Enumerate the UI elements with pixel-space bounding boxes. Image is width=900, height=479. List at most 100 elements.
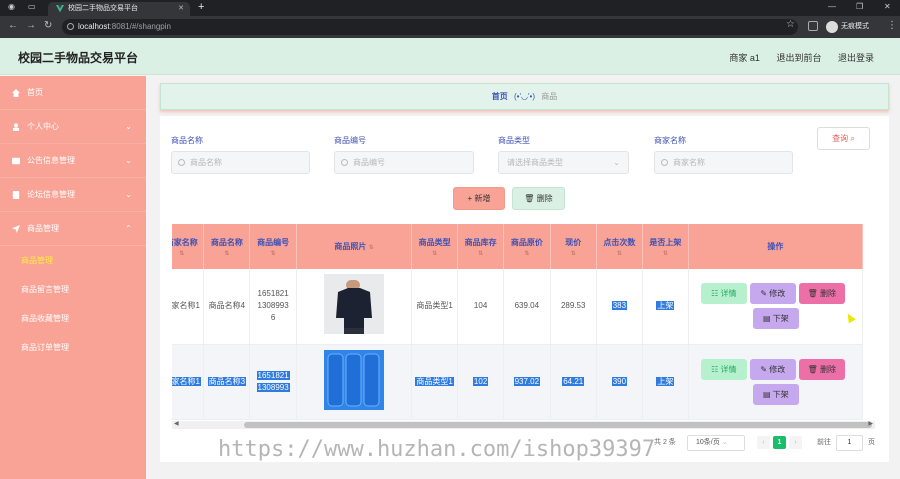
column-header-type[interactable]: 商品类型 ⇅ (411, 224, 459, 269)
detail-button[interactable]: ☷ 详情 (700, 358, 747, 380)
cell-actions: ☷ 详情 ✎ 修改 🗑 删除 ▤ 下架 (688, 269, 864, 345)
sidebar-subitem-goods[interactable]: 商品管理 (0, 246, 146, 275)
column-header-name[interactable]: 商品名称 ⇅ (203, 224, 251, 269)
sort-icon[interactable]: ⇅ (458, 250, 503, 257)
sidebar-item-home[interactable]: 首页 (0, 76, 146, 110)
cell-stock: 102 (457, 344, 505, 420)
sidebar-item-label: 首页 (27, 88, 43, 97)
goto-label: 前往 (817, 439, 831, 446)
column-header-orig-price[interactable]: 商品原价 ⇅ (503, 224, 551, 269)
new-tab-icon[interactable]: + (198, 1, 204, 13)
logout-link[interactable]: 退出登录 (838, 53, 874, 63)
name-value: 商品名称3 (207, 376, 247, 386)
takedown-button[interactable]: ▤ 下架 (752, 383, 799, 405)
clicks-value: 383 (611, 301, 628, 311)
sidebar-item-label: 公告信息管理 (27, 156, 75, 165)
column-title: 商家名称 (172, 237, 198, 247)
delete-button[interactable]: 🗑 删除 (798, 283, 845, 305)
incognito-badge[interactable]: 无痕模式 (826, 19, 869, 35)
cell-clicks: 383 (596, 269, 643, 345)
sort-icon[interactable]: ⇅ (643, 250, 688, 257)
goods-name-input[interactable]: 商品名称 (171, 151, 310, 174)
column-header-onsale[interactable]: 是否上架 ⇅ (642, 224, 689, 269)
sort-icon[interactable]: ⇅ (250, 250, 296, 257)
tab-search-icon[interactable]: ▭ (28, 2, 36, 11)
tab-close-icon[interactable]: ✕ (178, 2, 184, 16)
edit-button[interactable]: ✎ 修改 (749, 358, 796, 380)
column-header-clicks[interactable]: 点击次数 ⇅ (596, 224, 643, 269)
sort-icon[interactable]: ⇅ (504, 250, 549, 257)
back-to-front-link[interactable]: 退出到前台 (776, 53, 821, 63)
product-photo-jacket[interactable] (324, 274, 385, 335)
scrollbar-thumb[interactable] (244, 422, 872, 428)
sidebar-item-label: 个人中心 (27, 122, 59, 131)
edit-button[interactable]: ✎ 修改 (749, 283, 796, 305)
horizontal-scrollbar[interactable]: ◀ ▶ (172, 421, 875, 429)
column-header-stock[interactable]: 商品库存 ⇅ (457, 224, 505, 269)
page-number-button[interactable]: 1 (773, 436, 786, 449)
forward-icon[interactable]: → (26, 20, 36, 31)
minimize-icon[interactable]: — (828, 2, 836, 11)
goto-page-input[interactable]: 1 (836, 435, 863, 451)
sidebar-item-goods[interactable]: 商品管理 ⌃ (0, 212, 146, 246)
page-size-select[interactable]: 10条/页 ⌄ (687, 435, 745, 451)
scroll-left-icon[interactable]: ◀ (174, 420, 179, 427)
column-title: 商品库存 (464, 237, 497, 247)
cell-stock: 104 (457, 269, 505, 345)
sort-icon[interactable]: ⇅ (172, 250, 203, 257)
browser-more-icon[interactable]: ⋮ (887, 20, 897, 31)
product-photo-cases[interactable] (324, 349, 385, 410)
detail-button[interactable]: ☷ 详情 (700, 283, 747, 305)
sort-icon[interactable]: ⇅ (597, 250, 642, 257)
sidebar-subitem-favorites[interactable]: 商品收藏管理 (0, 304, 146, 333)
cell-type: 商品类型1 (411, 269, 459, 345)
search-icon (661, 159, 668, 166)
back-icon[interactable]: ← (8, 20, 18, 31)
cell-name: 商品名称3 (203, 344, 251, 420)
reload-icon[interactable]: ↻ (44, 20, 52, 31)
table-row[interactable]: 商家名称1 商品名称3 1651821 1308993 商品类型1 102 937… (172, 344, 864, 420)
url-input[interactable]: localhost:8081/#/shangpin (62, 19, 798, 35)
query-button[interactable]: 查询 ⌕ (817, 127, 870, 150)
browser-menu-icon[interactable]: ◉ (8, 2, 15, 11)
cell-photo (296, 269, 413, 345)
sort-icon[interactable]: ⇅ (412, 250, 457, 257)
takedown-button[interactable]: ▤ 下架 (752, 308, 799, 330)
goods-type-select[interactable]: 请选择商品类型 ⌄ (498, 151, 629, 174)
column-title: 商品名称 (210, 237, 243, 247)
forum-icon (12, 191, 20, 199)
cell-merchant: 商家名称1 (172, 269, 205, 345)
sidebar-item-profile[interactable]: 个人中心 ⌄ (0, 110, 146, 144)
cell-photo (296, 344, 413, 420)
column-header-merchant[interactable]: 商家名称 ⇅ (172, 224, 205, 269)
prev-page-button[interactable]: ‹ (757, 436, 770, 449)
table-row[interactable]: 商家名称1 商品名称4 1651821 1308993 6 商品类型1 104 63… (172, 269, 864, 345)
batch-delete-button[interactable]: 🗑 删除 (512, 187, 565, 210)
extension-icon[interactable] (808, 21, 818, 31)
goods-code-input[interactable]: 商品编号 (334, 151, 474, 174)
column-header-code[interactable]: 商品编号 ⇅ (249, 224, 297, 269)
code-line: 1308993 (257, 301, 289, 311)
column-header-photo[interactable]: 商品照片 ⇅ (296, 224, 413, 269)
scroll-right-icon[interactable]: ▶ (868, 420, 873, 427)
browser-tab[interactable]: 校园二手物品交易平台 ✕ (48, 2, 190, 16)
delete-button[interactable]: 🗑 删除 (798, 358, 845, 380)
merchant-name-input[interactable]: 商家名称 (654, 151, 793, 174)
bookmark-star-icon[interactable]: ☆ (786, 19, 795, 30)
sidebar-item-notice[interactable]: 公告信息管理 ⌄ (0, 144, 146, 178)
column-header-price[interactable]: 现价 ⇅ (550, 224, 597, 269)
site-info-icon[interactable] (67, 23, 74, 30)
sidebar-item-forum[interactable]: 论坛信息管理 ⌄ (0, 178, 146, 212)
sidebar-subitem-messages[interactable]: 商品留言管理 (0, 275, 146, 304)
sort-icon[interactable]: ⇅ (369, 245, 374, 251)
next-page-button[interactable]: › (789, 436, 802, 449)
sort-icon[interactable]: ⇅ (204, 250, 249, 257)
close-window-icon[interactable]: ✕ (884, 2, 891, 11)
breadcrumb-separator: (•'◡'•) (514, 92, 535, 101)
breadcrumb-home[interactable]: 首页 (492, 92, 508, 101)
sidebar-subitem-orders[interactable]: 商品订单管理 (0, 333, 146, 362)
column-title: 点击次数 (603, 237, 636, 247)
maximize-icon[interactable]: ❐ (856, 2, 863, 11)
add-button[interactable]: + 新增 (453, 187, 505, 210)
sort-icon[interactable]: ⇅ (551, 250, 596, 257)
